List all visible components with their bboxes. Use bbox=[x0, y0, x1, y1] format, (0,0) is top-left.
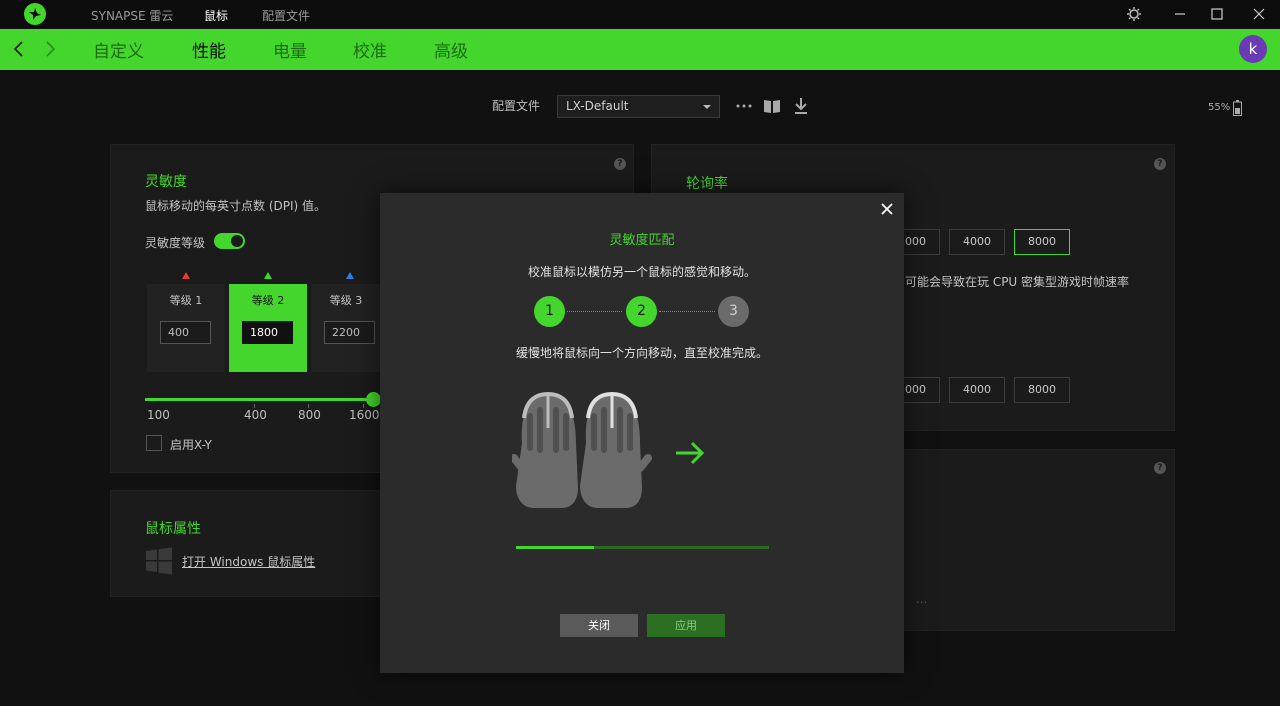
profile-dropdown[interactable]: LX-Default bbox=[557, 95, 720, 118]
tab-customize[interactable]: 自定义 bbox=[93, 37, 144, 62]
stage-dpi-input[interactable]: 400 bbox=[160, 321, 211, 344]
step-connector bbox=[659, 311, 715, 312]
sensitivity-matching-dialog: 灵敏度匹配 校准鼠标以模仿另一个鼠标的感觉和移动。 1 2 3 缓慢地将鼠标向一… bbox=[380, 193, 904, 673]
polling-rate-option[interactable]: 4000 bbox=[949, 229, 1005, 255]
dpi-slider-track[interactable] bbox=[145, 398, 385, 401]
profile-label: 配置文件 bbox=[492, 99, 541, 113]
tab-advanced[interactable]: 高级 bbox=[434, 37, 468, 62]
slider-tick-label: 1600 bbox=[349, 408, 380, 422]
stage-card-2[interactable]: 等级 2 1800 bbox=[229, 284, 307, 372]
dpi-slider-handle[interactable] bbox=[366, 392, 381, 407]
apply-button[interactable]: 应用 bbox=[647, 614, 725, 637]
step-3-indicator: 3 bbox=[718, 296, 749, 327]
calibration-progress-fill bbox=[516, 546, 595, 549]
polling-rate-warning: 可能会导致在玩 CPU 密集型游戏时帧速率 bbox=[905, 275, 1130, 289]
sensitivity-stages-toggle[interactable] bbox=[214, 233, 245, 249]
razer-logo-icon bbox=[24, 3, 46, 25]
stage-dpi-input[interactable]: 1800 bbox=[242, 321, 293, 344]
windows-icon bbox=[146, 547, 172, 575]
more-dots-indicator: ... bbox=[916, 592, 928, 606]
nav-bar: 自定义 性能 电量 校准 高级 k bbox=[0, 29, 1280, 70]
stage-1-marker bbox=[182, 272, 190, 279]
enable-xy-checkbox[interactable] bbox=[146, 435, 162, 451]
mouse-properties-title: 鼠标属性 bbox=[145, 521, 201, 537]
tab-profiles[interactable]: 配置文件 bbox=[262, 7, 310, 24]
polling-rate-option[interactable]: 8000 bbox=[1014, 377, 1070, 403]
slider-tick-label: 800 bbox=[298, 408, 321, 422]
arrow-right-icon bbox=[676, 441, 705, 465]
step-2-indicator: 2 bbox=[626, 296, 657, 327]
tab-mouse[interactable]: 鼠标 bbox=[204, 7, 228, 24]
stage-label: 等级 2 bbox=[251, 294, 285, 307]
tab-calibration[interactable]: 校准 bbox=[353, 37, 387, 62]
dialog-description: 校准鼠标以模仿另一个鼠标的感觉和移动。 bbox=[527, 265, 756, 279]
profile-selected-value: LX-Default bbox=[566, 99, 629, 113]
stage-3-marker bbox=[346, 272, 354, 279]
sensitivity-description: 鼠标移动的每英寸点数 (DPI) 值。 bbox=[145, 199, 327, 213]
step-1-indicator: 1 bbox=[534, 296, 565, 327]
sensitivity-stages-label: 灵敏度等级 bbox=[145, 236, 206, 250]
open-windows-mouse-properties-link[interactable]: 打开 Windows 鼠标属性 bbox=[182, 553, 315, 570]
calibration-progress-bar bbox=[516, 546, 769, 549]
battery-percentage: 55% bbox=[1208, 102, 1231, 113]
step-connector bbox=[567, 311, 622, 312]
help-icon[interactable]: ? bbox=[1154, 158, 1166, 170]
close-button[interactable]: 关闭 bbox=[560, 614, 638, 637]
close-icon[interactable] bbox=[1249, 4, 1269, 24]
battery-icon bbox=[1233, 100, 1242, 116]
book-icon[interactable] bbox=[762, 97, 782, 115]
avatar[interactable]: k bbox=[1239, 35, 1267, 63]
tab-power[interactable]: 电量 bbox=[273, 37, 307, 62]
close-icon[interactable] bbox=[879, 201, 895, 217]
more-options-icon[interactable] bbox=[734, 97, 754, 115]
stage-card-1[interactable]: 等级 1 400 bbox=[147, 284, 225, 372]
polling-rate-option[interactable]: 4000 bbox=[949, 377, 1005, 403]
settings-icon[interactable] bbox=[1124, 4, 1144, 24]
help-icon[interactable]: ? bbox=[1154, 462, 1166, 474]
stage-label: 等级 3 bbox=[329, 294, 363, 307]
stage-card-3[interactable]: 等级 3 2200 bbox=[311, 284, 381, 372]
help-icon[interactable]: ? bbox=[614, 158, 626, 170]
slider-tick-label: 400 bbox=[244, 408, 267, 422]
stage-dpi-input[interactable]: 2200 bbox=[324, 321, 375, 344]
slider-tick-label: 100 bbox=[147, 408, 170, 422]
forward-arrow-icon[interactable] bbox=[40, 37, 60, 61]
dialog-instruction: 缓慢地将鼠标向一个方向移动，直至校准完成。 bbox=[515, 346, 768, 360]
polling-rate-title: 轮询率 bbox=[686, 176, 728, 192]
stage-label: 等级 1 bbox=[169, 294, 203, 307]
minimize-icon[interactable] bbox=[1170, 4, 1190, 24]
title-bar: SYNAPSE 雷云 鼠标 配置文件 bbox=[0, 0, 1280, 28]
download-icon[interactable] bbox=[791, 97, 811, 115]
dialog-title: 灵敏度匹配 bbox=[609, 233, 675, 248]
stage-2-marker bbox=[264, 272, 272, 279]
maximize-icon[interactable] bbox=[1207, 4, 1227, 24]
sensitivity-title: 灵敏度 bbox=[145, 174, 187, 190]
hand-on-mouse-icon bbox=[512, 391, 652, 508]
tab-performance[interactable]: 性能 bbox=[192, 37, 226, 62]
chevron-down-icon bbox=[703, 105, 711, 109]
enable-xy-label: 启用X-Y bbox=[170, 438, 212, 452]
polling-rate-option-selected[interactable]: 8000 bbox=[1014, 229, 1070, 255]
app-name: SYNAPSE 雷云 bbox=[91, 9, 174, 23]
back-arrow-icon[interactable] bbox=[9, 37, 29, 61]
